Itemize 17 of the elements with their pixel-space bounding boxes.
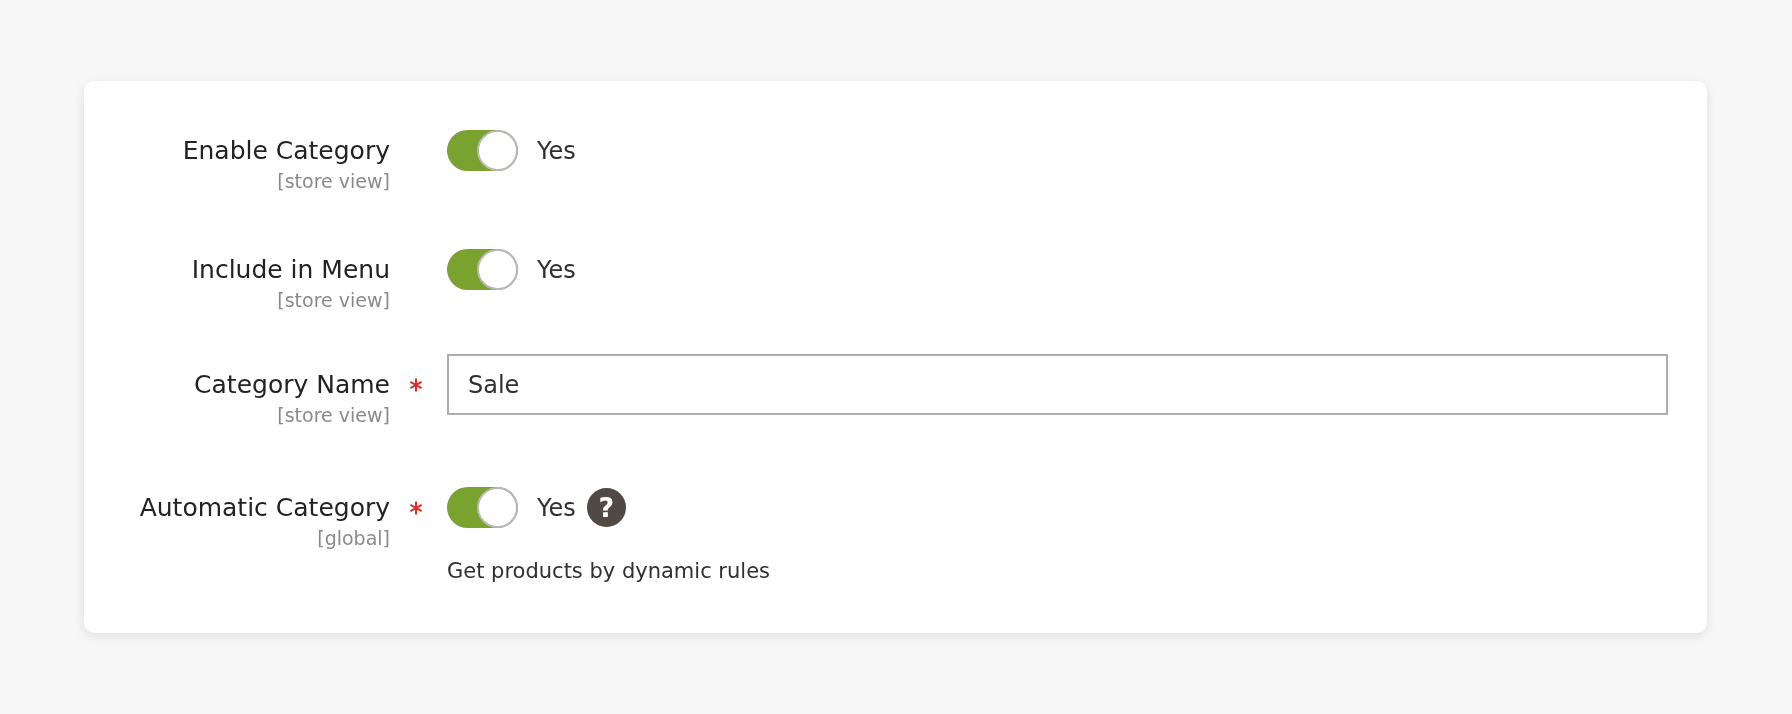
toggle-state-text: Yes <box>537 254 576 285</box>
help-icon[interactable]: ? <box>586 488 626 527</box>
text-input-field[interactable]: Sale <box>447 354 1668 415</box>
toggle-state-text: Yes <box>537 135 576 166</box>
toggle-switch[interactable] <box>447 487 518 528</box>
scope-label: [store view] <box>277 405 390 425</box>
scope-label: [store view] <box>277 290 390 310</box>
field-label: Include in Menu <box>191 254 390 286</box>
scope-label: [global] <box>317 528 390 548</box>
scope-label: [store view] <box>277 171 390 191</box>
toggle-switch[interactable] <box>447 249 518 290</box>
field-label: Category Name <box>194 369 390 401</box>
field-note: Get products by dynamic rules <box>447 558 770 584</box>
field-label: Automatic Category <box>139 492 390 524</box>
field-label: Enable Category <box>182 135 390 167</box>
toggle-state-text: Yes <box>537 492 576 523</box>
toggle-switch[interactable] <box>447 130 518 171</box>
